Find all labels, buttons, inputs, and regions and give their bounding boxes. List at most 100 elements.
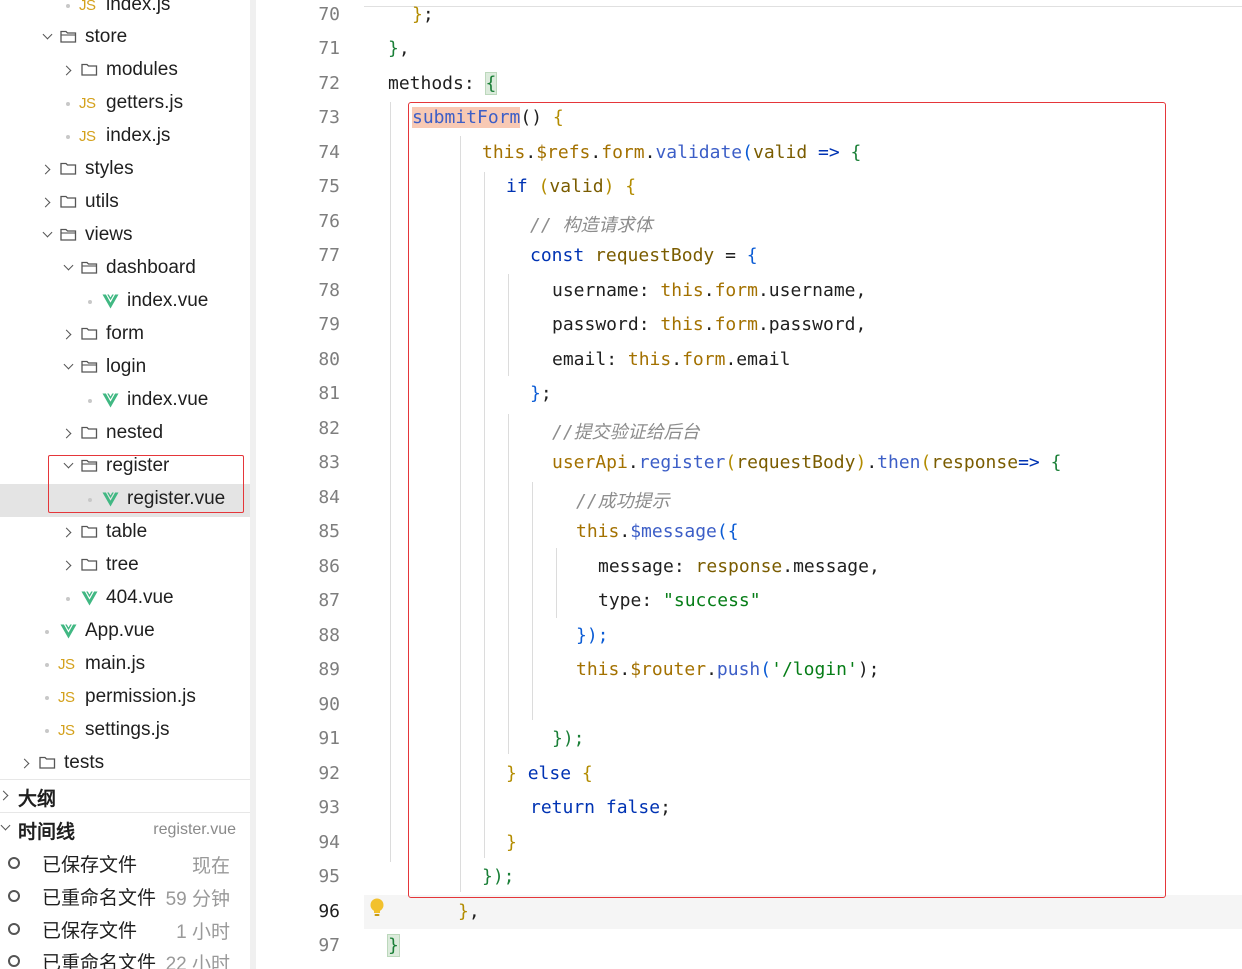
chevron-down-icon[interactable] <box>63 359 74 370</box>
chevron-right-icon[interactable] <box>61 560 72 571</box>
tree-item-permission-js[interactable]: JS permission.js <box>0 682 250 715</box>
chevron-right-icon[interactable] <box>61 65 72 76</box>
current-line-highlight <box>364 895 1242 929</box>
tree-item-store[interactable]: store <box>0 22 250 55</box>
chevron-down-icon[interactable] <box>63 260 74 271</box>
tree-item-label: styles <box>85 158 134 179</box>
tree-item-404-vue[interactable]: 404.vue <box>0 583 250 616</box>
tree-item-index-js[interactable]: JS index.js <box>0 121 250 154</box>
tree-item-views[interactable]: views <box>0 220 250 253</box>
tree-item-label: dashboard <box>106 257 196 278</box>
timeline-section-header[interactable]: 时间线 register.vue <box>0 813 250 846</box>
lightbulb-icon[interactable] <box>367 896 387 920</box>
tree-item-tree[interactable]: tree <box>0 550 250 583</box>
tree-item-settings-js[interactable]: JS settings.js <box>0 715 250 748</box>
indent-dot <box>45 630 49 634</box>
line-number: 81 <box>318 383 340 404</box>
tree-item-main-js[interactable]: JS main.js <box>0 649 250 682</box>
timeline-action: 已重命名文件 <box>42 953 157 969</box>
chevron-right-icon[interactable] <box>61 527 72 538</box>
chevron-down-icon[interactable] <box>0 820 11 831</box>
indent-dot <box>66 597 70 601</box>
tree-item-login[interactable]: login <box>0 352 250 385</box>
indent-dot <box>45 663 49 667</box>
indent-dot <box>45 729 49 733</box>
outline-section-header[interactable]: 大纲 <box>0 780 250 813</box>
chevron-right-icon[interactable] <box>40 164 51 175</box>
line-number: 86 <box>318 556 340 577</box>
tree-item-styles[interactable]: styles <box>0 154 250 187</box>
timeline-item[interactable]: 已重命名文件 59 分钟 <box>0 879 250 912</box>
tree-item-label: index.js <box>106 0 171 15</box>
chevron-right-icon[interactable] <box>0 790 9 801</box>
line-number: 77 <box>318 245 340 266</box>
line-number: 92 <box>318 763 340 784</box>
indent-dot <box>88 300 92 304</box>
tree-item-getters-js[interactable]: JS getters.js <box>0 88 250 121</box>
chevron-right-icon[interactable] <box>61 329 72 340</box>
indent-dot <box>66 135 70 139</box>
folder-icon <box>81 558 98 571</box>
timeline-action: 已保存文件 <box>42 855 138 876</box>
line-number: 93 <box>318 797 340 818</box>
line-number-current: 96 <box>318 901 340 922</box>
line-number: 75 <box>318 176 340 197</box>
chevron-right-icon[interactable] <box>40 197 51 208</box>
tree-item-dashboard[interactable]: dashboard <box>0 253 250 286</box>
timeline-item[interactable]: 已保存文件 现在 <box>0 846 250 879</box>
folder-icon <box>81 525 98 538</box>
tree-item-label: index.vue <box>127 389 209 410</box>
chevron-right-icon[interactable] <box>61 428 72 439</box>
timeline-time: 1 小时 <box>176 922 230 943</box>
line-number: 78 <box>318 280 340 301</box>
line-number: 83 <box>318 452 340 473</box>
explorer-sidebar: JS index.js store modules JS getters.js … <box>0 0 250 969</box>
vue-file-icon <box>81 591 98 606</box>
timeline-title: 时间线 <box>18 822 76 843</box>
tree-item-label: index.vue <box>127 290 209 311</box>
js-file-icon: JS <box>58 689 75 706</box>
chevron-down-icon[interactable] <box>42 29 53 40</box>
line-number: 94 <box>318 832 340 853</box>
timeline-time: 59 分钟 <box>165 889 230 910</box>
tree-item-modules[interactable]: modules <box>0 55 250 88</box>
tree-item-tests[interactable]: tests <box>0 748 250 781</box>
line-number: 74 <box>318 142 340 163</box>
commit-circle-icon <box>8 857 20 869</box>
code-line-70: }; <box>412 4 434 25</box>
indent-dot <box>45 696 49 700</box>
tree-item-label: 404.vue <box>106 587 174 608</box>
line-number: 82 <box>318 418 340 439</box>
timeline-item[interactable]: 已重命名文件 22 小时 <box>0 944 250 969</box>
tree-item-index-vue[interactable]: index.vue <box>0 286 250 319</box>
line-number: 97 <box>318 935 340 956</box>
line-number: 87 <box>318 590 340 611</box>
js-file-icon: JS <box>79 0 96 14</box>
timeline-action: 已重命名文件 <box>42 888 157 909</box>
line-number: 71 <box>318 38 340 59</box>
tree-item-table[interactable]: table <box>0 517 250 550</box>
tree-item-index-vue[interactable]: index.vue <box>0 385 250 418</box>
highlight-box-register <box>48 455 244 513</box>
code-editor[interactable]: 70 71 72 73 74 75 76 77 78 79 80 81 82 8… <box>256 0 1242 969</box>
line-number: 90 <box>318 694 340 715</box>
tree-item-form[interactable]: form <box>0 319 250 352</box>
vue-file-icon <box>102 393 119 408</box>
folder-open-icon <box>81 261 98 274</box>
tree-item-label: tests <box>64 752 105 773</box>
chevron-down-icon[interactable] <box>42 227 53 238</box>
folder-icon <box>60 195 77 208</box>
tree-item-label: modules <box>106 59 178 80</box>
line-number: 88 <box>318 625 340 646</box>
code-line-97: } <box>387 934 400 957</box>
chevron-right-icon[interactable] <box>19 758 30 769</box>
outline-title: 大纲 <box>18 789 57 810</box>
tree-item-index-js[interactable]: JS index.js <box>0 0 250 23</box>
tree-item-utils[interactable]: utils <box>0 187 250 220</box>
code-line-71: }, <box>388 38 410 59</box>
timeline-item[interactable]: 已保存文件 1 小时 <box>0 912 250 945</box>
tree-item-nested[interactable]: nested <box>0 418 250 451</box>
tree-item-app-vue[interactable]: App.vue <box>0 616 250 649</box>
timeline-time: 22 小时 <box>165 954 230 969</box>
indent-dot <box>88 399 92 403</box>
